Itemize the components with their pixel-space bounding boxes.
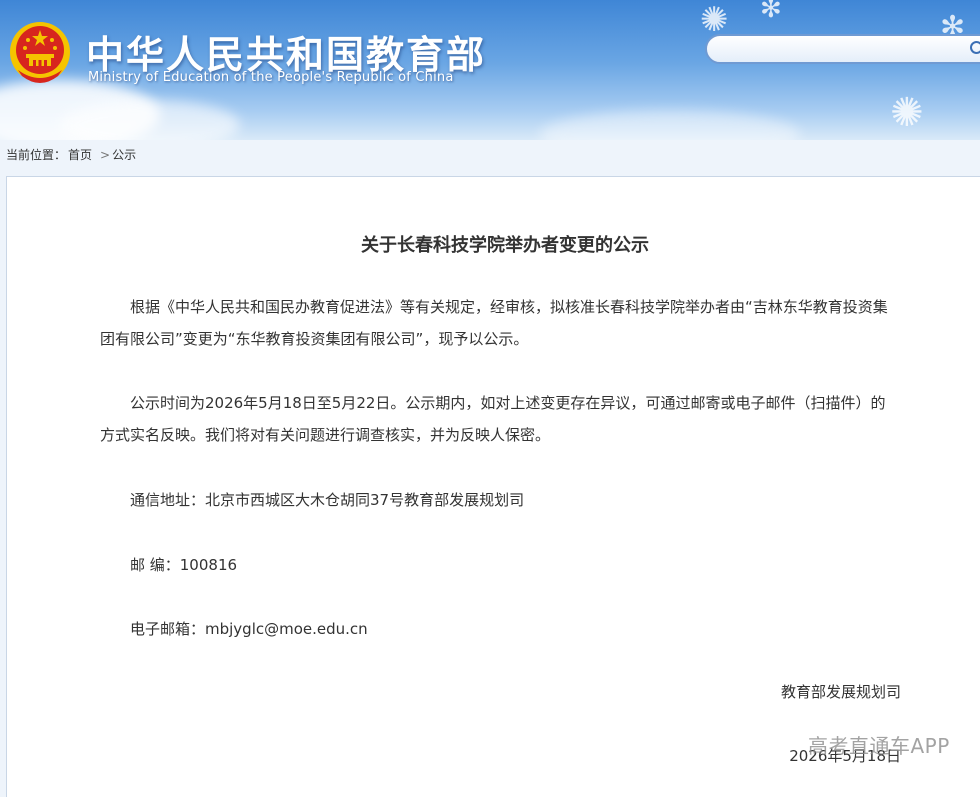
national-emblem-icon: [10, 22, 70, 83]
cloud-decoration: [540, 110, 800, 140]
search-icon[interactable]: [969, 40, 980, 58]
article-panel: 关于长春科技学院举办者变更的公示 根据《中华人民共和国民办教育促进法》等有关规定…: [6, 176, 980, 797]
dandelion-decoration: ✻: [760, 0, 782, 24]
site-header: ✺ ✻ ✺ ✻ 中华人民共和国教育部 Ministry of Education…: [0, 0, 980, 140]
article-paragraph-1: 根据《中华人民共和国民办教育促进法》等有关规定，经审核，拟核准长春科技学院举办者…: [100, 298, 888, 348]
cloud-decoration: [60, 100, 240, 140]
breadcrumb-current-link[interactable]: 公示: [112, 148, 136, 162]
signer: 教育部发展规划司: [780, 683, 901, 701]
search-box[interactable]: [705, 34, 980, 64]
search-input[interactable]: [719, 40, 953, 60]
dandelion-decoration: ✺: [890, 90, 924, 136]
contact-address: 通信地址：北京市西城区大木仓胡同37号教育部发展规划司: [130, 491, 525, 509]
breadcrumb-label: 当前位置：: [6, 148, 67, 162]
breadcrumb-separator: >: [100, 148, 111, 162]
contact-email: 电子邮箱：mbjyglc@moe.edu.cn: [130, 620, 368, 638]
site-subtitle: Ministry of Education of the People's Re…: [88, 70, 454, 85]
breadcrumb-home-link[interactable]: 首页: [68, 148, 92, 162]
breadcrumb: 当前位置： 首页 > 公示: [0, 140, 980, 176]
watermark: 高考直通车APP: [808, 734, 950, 758]
article-title: 关于长春科技学院举办者变更的公示: [361, 235, 649, 256]
contact-postcode: 邮 编：100816: [130, 556, 238, 574]
article-paragraph-2: 公示时间为2026年5月18日至5月22日。公示期内，如对上述变更存在异议，可通…: [100, 394, 886, 444]
